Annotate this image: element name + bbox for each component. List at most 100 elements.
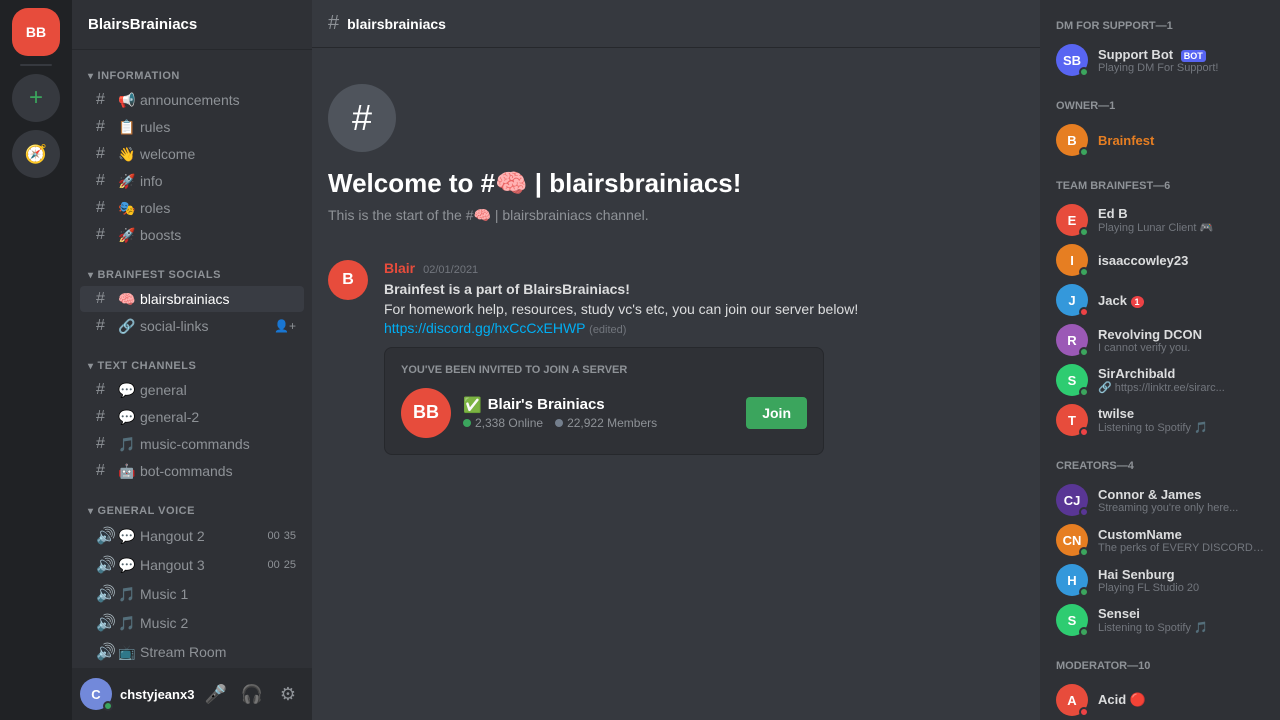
channel-item-general[interactable]: # 💬 general xyxy=(80,377,304,403)
channel-group-header-socials[interactable]: BRAINFEST SOCIALS xyxy=(72,265,312,285)
channel-item-general-2[interactable]: # 💬 general-2 xyxy=(80,404,304,430)
bot-badge: BOT xyxy=(1181,50,1206,62)
channel-name-rules: rules xyxy=(140,119,296,135)
member-item-jack[interactable]: J Jack 1 xyxy=(1048,280,1272,320)
dnd-badge: 1 xyxy=(1131,296,1144,308)
member-status-indicator xyxy=(1079,267,1089,277)
member-status-indicator xyxy=(1079,547,1089,557)
channel-group-header-information[interactable]: INFORMATION xyxy=(72,66,312,86)
verified-icon: ✅ xyxy=(463,396,482,414)
member-item-brainfest[interactable]: B Brainfest xyxy=(1048,120,1272,160)
member-item-isaaccowley[interactable]: I isaaccowley23 xyxy=(1048,240,1272,280)
channel-name-general-2: general-2 xyxy=(140,409,296,425)
channel-item-music-2[interactable]: 🔊 🎵 Music 2 xyxy=(80,609,304,637)
member-item-customname[interactable]: CN CustomName The perks of EVERY DISCORD… xyxy=(1048,520,1272,560)
member-item-sirarchibald[interactable]: S SirArchibald 🔗 https://linktr.ee/sirar… xyxy=(1048,360,1272,400)
member-info-acid: Acid 🔴 xyxy=(1098,692,1264,708)
member-status-indicator xyxy=(1079,307,1089,317)
member-status-indicator xyxy=(1079,347,1089,357)
member-name-connor-james: Connor & James xyxy=(1098,487,1264,502)
vc-count-hangout-3: 0025 xyxy=(268,559,297,571)
server-name[interactable]: BlairsBrainiacs xyxy=(72,0,312,50)
channel-emoji-general: 💬 xyxy=(118,382,136,399)
invite-stat-members: 22,922 Members xyxy=(555,416,657,430)
channel-item-music-commands[interactable]: # 🎵 music-commands xyxy=(80,431,304,457)
member-group-header-moderator: MODERATOR—10 xyxy=(1048,656,1272,676)
channel-name-welcome: welcome xyxy=(140,146,296,162)
member-item-revolving-dcon[interactable]: R Revolving DCON I cannot verify you. xyxy=(1048,320,1272,360)
current-user-name: chstyjeanx3 xyxy=(120,687,192,702)
channel-emoji-stream-room: 📺 xyxy=(118,644,136,661)
member-name-revolving-dcon: Revolving DCON xyxy=(1098,327,1264,342)
voice-icon: 🔊 xyxy=(96,555,114,575)
member-status-indicator xyxy=(1079,67,1089,77)
user-area: C chstyjeanx3 🎤 🎧 ⚙ xyxy=(72,668,312,720)
voice-icon: 🔊 xyxy=(96,642,114,662)
member-name-isaaccowley: isaaccowley23 xyxy=(1098,253,1264,268)
member-info-isaaccowley: isaaccowley23 xyxy=(1098,253,1264,268)
channel-emoji-music-commands: 🎵 xyxy=(118,436,136,453)
server-icon-blairsbrainiacs[interactable]: BB xyxy=(12,8,60,56)
current-user-avatar: C xyxy=(80,678,112,710)
channel-sidebar: BlairsBrainiacs INFORMATION # 📢 announce… xyxy=(72,0,312,720)
channel-emoji-blairsbrainiacs: 🧠 xyxy=(118,291,136,308)
hash-icon: # xyxy=(96,317,114,335)
member-item-ed-b[interactable]: E Ed B Playing Lunar Client 🎮 xyxy=(1048,200,1272,240)
channel-item-boosts[interactable]: # 🚀 boosts xyxy=(80,222,304,248)
member-group-moderator: MODERATOR—10 A Acid 🔴 B Baz Mod Meals = … xyxy=(1048,656,1272,720)
add-server-button[interactable]: + xyxy=(12,74,60,122)
avatar-letter: B xyxy=(342,271,354,289)
channel-group-header-text[interactable]: TEXT CHANNELS xyxy=(72,356,312,376)
deafen-button[interactable]: 🎧 xyxy=(236,678,268,710)
channel-emoji-welcome: 👋 xyxy=(118,146,136,163)
channel-item-music-1[interactable]: 🔊 🎵 Music 1 xyxy=(80,580,304,608)
member-group-owner: OWNER—1 B Brainfest xyxy=(1048,96,1272,160)
member-info-sensei: Sensei Listening to Spotify 🎵 xyxy=(1098,606,1264,634)
member-name-hai-senburg: Hai Senburg xyxy=(1098,567,1264,582)
channel-item-rules[interactable]: # 📋 rules xyxy=(80,114,304,140)
member-avatar-isaaccowley: I xyxy=(1056,244,1088,276)
channel-group-voice: GENERAL VOICE 🔊 💬 Hangout 2 0035 🔊 💬 Han… xyxy=(72,501,312,667)
settings-button[interactable]: ⚙ xyxy=(272,678,304,710)
online-dot xyxy=(463,419,471,427)
member-info-hai-senburg: Hai Senburg Playing FL Studio 20 xyxy=(1098,567,1264,594)
member-item-acid[interactable]: A Acid 🔴 xyxy=(1048,680,1272,720)
member-status-twilse: Listening to Spotify 🎵 xyxy=(1098,421,1264,434)
member-item-connor-james[interactable]: CJ Connor & James Streaming you're only … xyxy=(1048,480,1272,520)
member-status-revolving-dcon: I cannot verify you. xyxy=(1098,342,1264,354)
channel-emoji-hangout-3: 💬 xyxy=(118,557,136,574)
member-avatar-revolving-dcon: R xyxy=(1056,324,1088,356)
channel-emoji-rules: 📋 xyxy=(118,119,136,136)
add-members-icon: 👤+ xyxy=(274,319,296,333)
join-server-button[interactable]: Join xyxy=(746,397,807,429)
member-status-ed-b: Playing Lunar Client 🎮 xyxy=(1098,221,1264,234)
member-status-sensei: Listening to Spotify 🎵 xyxy=(1098,621,1264,634)
channel-name-general: general xyxy=(140,382,296,398)
member-avatar-ed-b: E xyxy=(1056,204,1088,236)
member-name-support-bot: Support Bot BOT xyxy=(1098,47,1264,62)
member-item-twilse[interactable]: T twilse Listening to Spotify 🎵 xyxy=(1048,400,1272,440)
member-item-support-bot[interactable]: SB Support Bot BOT Playing DM For Suppor… xyxy=(1048,40,1272,80)
channel-item-roles[interactable]: # 🎭 roles xyxy=(80,195,304,221)
member-info-connor-james: Connor & James Streaming you're only her… xyxy=(1098,487,1264,514)
channel-item-announcements[interactable]: # 📢 announcements xyxy=(80,87,304,113)
mute-button[interactable]: 🎤 xyxy=(200,678,232,710)
channel-item-social-links[interactable]: # 🔗 social-links 👤+ xyxy=(80,313,304,339)
channel-group-header-voice[interactable]: GENERAL VOICE xyxy=(72,501,312,521)
channel-item-stream-room[interactable]: 🔊 📺 Stream Room xyxy=(80,638,304,666)
message-header: Blair 02/01/2021 xyxy=(384,260,1024,276)
discover-button[interactable]: 🧭 xyxy=(12,130,60,178)
channel-item-info[interactable]: # 🚀 info xyxy=(80,168,304,194)
channel-item-hangout-2[interactable]: 🔊 💬 Hangout 2 0035 xyxy=(80,522,304,550)
invite-server-name-text: Blair's Brainiacs xyxy=(488,396,605,413)
channel-item-blairsbrainiacs[interactable]: # 🧠 blairsbrainiacs xyxy=(80,286,304,312)
member-item-sensei[interactable]: S Sensei Listening to Spotify 🎵 xyxy=(1048,600,1272,640)
channel-emoji-info: 🚀 xyxy=(118,173,136,190)
channel-item-bot-commands[interactable]: # 🤖 bot-commands xyxy=(80,458,304,484)
message-link[interactable]: https://discord.gg/hxCcCxEHWP xyxy=(384,320,585,336)
member-status-indicator xyxy=(1079,707,1089,717)
channel-item-hangout-3[interactable]: 🔊 💬 Hangout 3 0025 xyxy=(80,551,304,579)
hash-icon: # xyxy=(96,145,114,163)
member-item-hai-senburg[interactable]: H Hai Senburg Playing FL Studio 20 xyxy=(1048,560,1272,600)
channel-item-welcome[interactable]: # 👋 welcome xyxy=(80,141,304,167)
